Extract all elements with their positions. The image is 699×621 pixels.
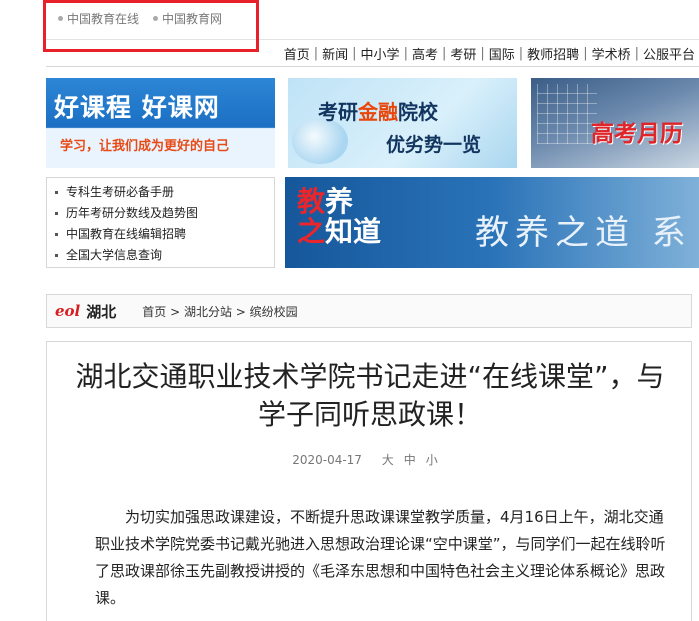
quick-link-label: 专科生考研必备手册 bbox=[66, 185, 175, 199]
bullet-icon bbox=[55, 233, 58, 236]
banner-jiaoyang[interactable]: 教养 之知道 教养之道 系 bbox=[285, 177, 699, 268]
eol-logo[interactable]: eol bbox=[55, 302, 80, 320]
nav-divider bbox=[46, 66, 699, 67]
article-body: 为切实加强思政课建设，不断提升思政课课堂教学质量，4月16日上午，湖北交通职业技… bbox=[95, 508, 666, 607]
highlight-box bbox=[43, 0, 259, 52]
breadcrumb[interactable]: 首页 > 湖北分站 > 缤纷校园 bbox=[142, 303, 297, 320]
quick-link[interactable]: 历年考研分数线及趋势图 bbox=[55, 203, 274, 224]
font-size-options[interactable]: 大中小 bbox=[382, 453, 448, 467]
nav-item[interactable]: 中小学 bbox=[357, 44, 404, 63]
quick-link[interactable]: 全国大学信息查询 bbox=[55, 245, 274, 266]
article-meta: 2020-04-17 大中小 bbox=[47, 451, 693, 468]
nav-item[interactable]: 新闻 bbox=[318, 44, 352, 63]
nav-item[interactable]: 国际 bbox=[485, 44, 519, 63]
bullet-icon bbox=[55, 212, 58, 215]
main-nav: 首页 | 新闻 | 中小学 | 高考 | 考研 | 国际 | 教师招聘 | 学术桥 | 公服平台 bbox=[280, 42, 699, 64]
bullet-icon bbox=[55, 254, 58, 257]
region-label: 湖北 bbox=[86, 302, 117, 321]
quick-link-label: 全国大学信息查询 bbox=[66, 248, 163, 262]
banner-kaoyan[interactable]: 考研金融院校 优劣势一览 bbox=[288, 78, 517, 168]
banner-haokecheng[interactable]: 好课程 好课网 学习，让我们成为更好的自己 bbox=[46, 78, 275, 168]
article-title: 湖北交通职业技术学院书记走进“在线课堂”，与学子同听思政课！ bbox=[75, 360, 665, 431]
nav-item[interactable]: 首页 bbox=[280, 44, 314, 63]
banner-title: 高考月历 bbox=[591, 121, 683, 147]
nav-item[interactable]: 考研 bbox=[446, 44, 480, 63]
banner-subtitle: 优劣势一览 bbox=[386, 134, 482, 156]
jiaoyang-logo: 教养 之知道 bbox=[297, 185, 382, 248]
bullet-icon bbox=[55, 191, 58, 194]
banner-title: 考研金融院校 bbox=[318, 100, 438, 124]
quick-link[interactable]: 中国教育在线编辑招聘 bbox=[55, 224, 274, 245]
banner-title: 好课程 好课网 bbox=[54, 93, 220, 122]
nav-item[interactable]: 学术桥 bbox=[588, 44, 635, 63]
banner-subtitle: 学习，让我们成为更好的自己 bbox=[60, 139, 230, 154]
quick-link[interactable]: 专科生考研必备手册 bbox=[55, 182, 274, 203]
calendar-graphic bbox=[537, 84, 597, 144]
article-date: 2020-04-17 bbox=[292, 453, 362, 467]
nav-item[interactable]: 教师招聘 bbox=[523, 44, 583, 63]
quick-links-box: 专科生考研必备手册历年考研分数线及趋势图 中国教育在线编辑招聘 全国大学信息查询 bbox=[46, 177, 275, 268]
nav-item[interactable]: 高考 bbox=[408, 44, 442, 63]
quick-link-label: 中国教育在线编辑招聘 bbox=[66, 227, 187, 241]
location-bar: eol 湖北 首页 > 湖北分站 > 缤纷校园 bbox=[46, 294, 692, 328]
banner-gaokao[interactable]: 高考月历 bbox=[531, 78, 699, 168]
nav-item[interactable]: 公服平台 bbox=[639, 44, 699, 63]
article: 湖北交通职业技术学院书记走进“在线课堂”，与学子同听思政课！ 2020-04-1… bbox=[46, 341, 692, 621]
banner-title: 教养之道 系 bbox=[475, 213, 692, 253]
quick-link-label: 历年考研分数线及趋势图 bbox=[66, 206, 199, 220]
